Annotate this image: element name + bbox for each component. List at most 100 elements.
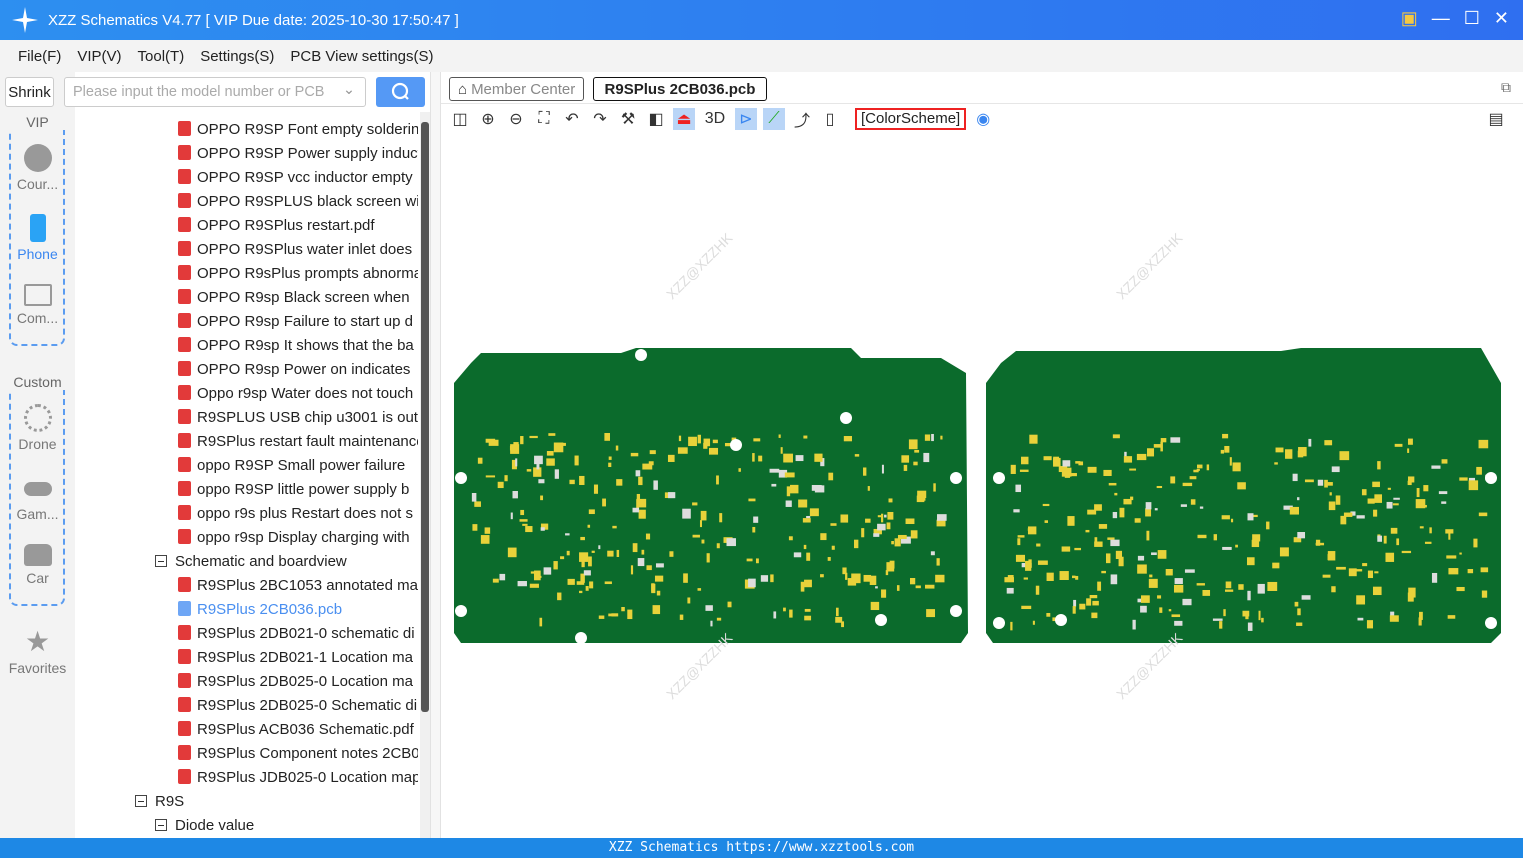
- tree-file-item[interactable]: OPPO R9sPlus prompts abnormal: [178, 262, 418, 286]
- menu-tool[interactable]: Tool(T): [138, 48, 185, 65]
- shrink-button[interactable]: Shrink: [5, 77, 54, 107]
- pcb-pad: [863, 467, 867, 476]
- pcb-boards[interactable]: [441, 133, 1523, 838]
- tab-pcb-file[interactable]: R9SPlus 2CB036.pcb: [593, 77, 767, 101]
- 3d-button[interactable]: 3D: [701, 108, 729, 130]
- pcb-pad: [1416, 488, 1420, 498]
- nav-drone[interactable]: Drone: [0, 404, 75, 452]
- tree-file-item[interactable]: R9SPlus 2DB021-1 Location ma: [178, 646, 418, 670]
- pcb-canvas[interactable]: XZZ@XZZHK XZZ@XZZHK XZZ@XZZHK XZZ@XZZHK: [441, 133, 1523, 838]
- nav-phone[interactable]: Phone: [0, 214, 75, 262]
- chevron-down-icon[interactable]: ⌄: [343, 82, 355, 98]
- nav-favorites[interactable]: ★ Favorites: [0, 628, 75, 677]
- panel-splitter[interactable]: [430, 72, 441, 838]
- tree-file-item[interactable]: R9SPlus ACB036 Schematic.pdf: [178, 718, 418, 742]
- pcb-pad: [820, 574, 824, 578]
- tree-file-item[interactable]: OPPO R9sp Black screen when: [178, 286, 418, 310]
- tree-file-item[interactable]: OPPO R9SPlus restart.pdf: [178, 214, 418, 238]
- search-button[interactable]: [376, 77, 425, 107]
- tree-file-item[interactable]: OPPO R9SP Font empty soldering: [178, 118, 418, 142]
- tree-file-item[interactable]: R9SPlus restart fault maintenance: [178, 430, 418, 454]
- tab-member-center[interactable]: ⌂ Member Center: [449, 77, 585, 101]
- maximize-button[interactable]: ☐: [1464, 8, 1480, 29]
- pcb-pad: [727, 601, 732, 608]
- pcb-pad: [1468, 480, 1479, 491]
- tree-file-item[interactable]: oppo R9SP little power supply b: [178, 478, 418, 502]
- file-tree: OPPO R9SP Font empty soldering OPPO R9SP …: [75, 110, 420, 838]
- tree-file-item[interactable]: R9SPlus 2DB025-0 Location ma: [178, 670, 418, 694]
- vip-bag-icon[interactable]: ▣: [1401, 8, 1418, 29]
- menu-pcb-view-settings[interactable]: PCB View settings(S): [290, 48, 433, 65]
- mirror-icon[interactable]: ◧: [645, 108, 667, 130]
- tree-file-item[interactable]: oppo r9sp Display charging with: [178, 526, 418, 550]
- tree-file-item[interactable]: R9SPlus 2BC1053 annotated map: [178, 574, 418, 598]
- tree-file-item[interactable]: R9SPlus 2CB036.pcb: [178, 598, 418, 622]
- close-button[interactable]: ✕: [1494, 8, 1509, 29]
- side-panel-icon[interactable]: ▤: [1485, 108, 1507, 130]
- menu-vip[interactable]: VIP(V): [77, 48, 121, 65]
- nav-car[interactable]: Car: [0, 544, 75, 586]
- pcb-pad: [654, 575, 664, 582]
- tree-folder-item[interactable]: Diode value: [155, 814, 418, 838]
- tree-file-item[interactable]: R9SPlus JDB025-0 Location map: [178, 766, 418, 790]
- split-view-icon[interactable]: ◫: [449, 108, 471, 130]
- close-tabs-icon[interactable]: ⧉: [1501, 79, 1511, 96]
- tree-file-item[interactable]: OPPO R9SP vcc inductor empty: [178, 166, 418, 190]
- tree-folder-item[interactable]: Schematic and boardview: [155, 550, 418, 574]
- tree-item-label: R9SPlus restart fault maintenance: [197, 433, 418, 450]
- pcb-pad: [1174, 620, 1183, 626]
- fit-view-icon[interactable]: ⛶: [533, 108, 555, 130]
- tree-file-item[interactable]: OPPO R9sp Power on indicates: [178, 358, 418, 382]
- tree-file-item[interactable]: R9SPlus Component notes 2CB0: [178, 742, 418, 766]
- pcb-pad: [913, 461, 918, 466]
- nav-game[interactable]: Gam...: [0, 474, 75, 522]
- menu-file[interactable]: File(F): [18, 48, 61, 65]
- pcb-pad: [716, 475, 719, 485]
- tree-file-item[interactable]: R9SPlus 2DB025-0 Schematic di: [178, 694, 418, 718]
- rotate-left-icon[interactable]: ↶: [561, 108, 583, 130]
- tree-file-item[interactable]: OPPO R9SPlus water inlet does: [178, 238, 418, 262]
- pcb-pad: [607, 550, 614, 557]
- tree-scrollbar[interactable]: [420, 112, 430, 838]
- nav-computer[interactable]: Com...: [0, 284, 75, 326]
- pcb-pad: [1389, 615, 1399, 622]
- pcb-pad: [1013, 509, 1020, 513]
- phone-icon: [29, 214, 46, 242]
- pcb-pad: [1197, 534, 1207, 539]
- eye-icon[interactable]: ◉: [972, 108, 994, 130]
- pcb-mount-hole: [455, 605, 467, 617]
- pcb-pad: [1438, 491, 1448, 495]
- tree-file-item[interactable]: oppo r9s plus Restart does not s: [178, 502, 418, 526]
- curve-icon[interactable]: ⤴: [791, 108, 813, 130]
- tree-file-item[interactable]: Oppo r9sp Water does not touch: [178, 382, 418, 406]
- tree-file-item[interactable]: OPPO R9SPLUS black screen with: [178, 190, 418, 214]
- collapse-icon[interactable]: [155, 555, 167, 567]
- zoom-out-icon[interactable]: ⊖: [505, 108, 527, 130]
- scroll-thumb[interactable]: [421, 122, 429, 712]
- tree-file-item[interactable]: OPPO R9sp It shows that the ba: [178, 334, 418, 358]
- tree-folder-item[interactable]: R9S: [135, 790, 418, 814]
- menu-settings[interactable]: Settings(S): [200, 48, 274, 65]
- tree-file-item[interactable]: OPPO R9SP Power supply inductor: [178, 142, 418, 166]
- alarm-light-icon[interactable]: ⏏: [673, 108, 695, 130]
- pcb-pad: [1478, 439, 1489, 449]
- minimize-button[interactable]: —: [1432, 8, 1450, 29]
- tree-file-item[interactable]: oppo R9SP Small power failure: [178, 454, 418, 478]
- rotate-right-icon[interactable]: ↷: [589, 108, 611, 130]
- pcb-pad: [616, 479, 623, 486]
- diode-icon[interactable]: ⊳: [735, 108, 757, 130]
- paint-roller-icon[interactable]: ⚒: [617, 108, 639, 130]
- collapse-icon[interactable]: [155, 819, 167, 831]
- tree-file-item[interactable]: OPPO R9sp Failure to start up d: [178, 310, 418, 334]
- nav-course[interactable]: Cour...: [0, 144, 75, 192]
- zoom-in-icon[interactable]: ⊕: [477, 108, 499, 130]
- tree-file-item[interactable]: R9SPLUS USB chip u3001 is out: [178, 406, 418, 430]
- color-scheme-button[interactable]: [ColorScheme]: [855, 108, 967, 130]
- trace-icon[interactable]: ⟋: [763, 108, 785, 130]
- model-search-input[interactable]: Please input the model number or PCB ⌄: [64, 77, 366, 107]
- pcb-pad: [891, 540, 894, 545]
- pcb-pad: [1213, 534, 1217, 541]
- mouse-icon[interactable]: ▯: [819, 108, 841, 130]
- tree-file-item[interactable]: R9SPlus 2DB021-0 schematic di: [178, 622, 418, 646]
- collapse-icon[interactable]: [135, 795, 147, 807]
